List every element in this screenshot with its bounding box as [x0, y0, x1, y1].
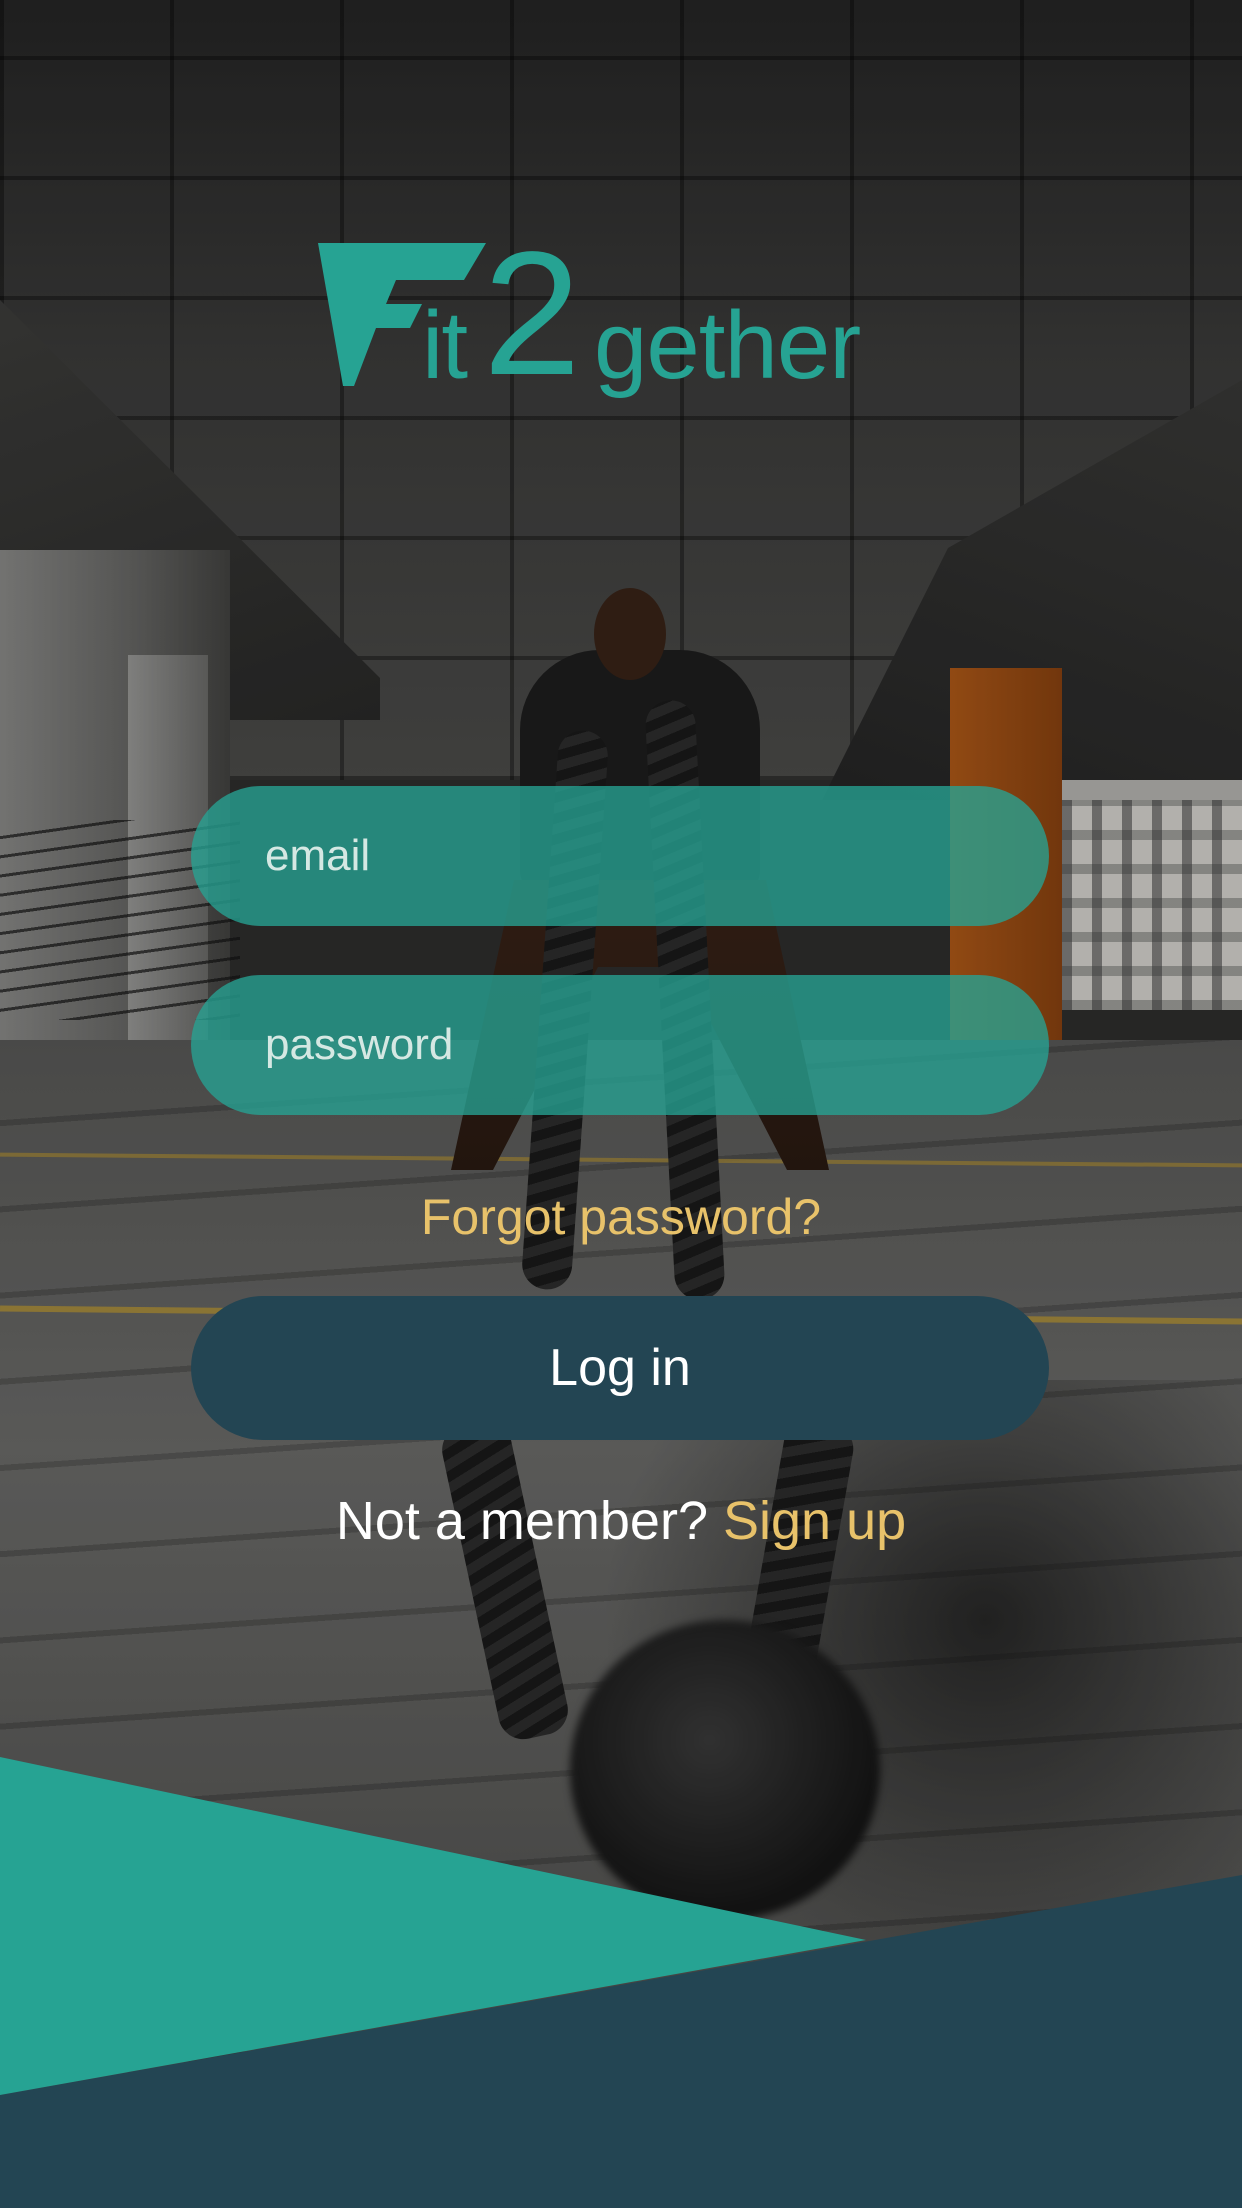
- signup-prompt: Not a member?: [335, 1491, 708, 1551]
- logo-text-it: it: [422, 292, 468, 399]
- signup-row: Not a member? Sign up: [0, 1490, 1242, 1552]
- login-button[interactable]: Log in: [191, 1296, 1049, 1440]
- password-field[interactable]: password: [191, 975, 1049, 1115]
- logo-text-2: 2: [483, 216, 581, 412]
- email-field[interactable]: email: [191, 786, 1049, 926]
- signup-link[interactable]: Sign up: [723, 1491, 906, 1551]
- logo-text-gether: gether: [594, 292, 861, 399]
- email-placeholder: email: [265, 831, 371, 880]
- login-button-label: Log in: [549, 1339, 691, 1397]
- password-placeholder: password: [265, 1020, 454, 1069]
- app-logo: it 2 gether: [318, 226, 868, 418]
- forgot-password-link[interactable]: Forgot password?: [0, 1188, 1242, 1246]
- bottom-decoration: [0, 1757, 1242, 2208]
